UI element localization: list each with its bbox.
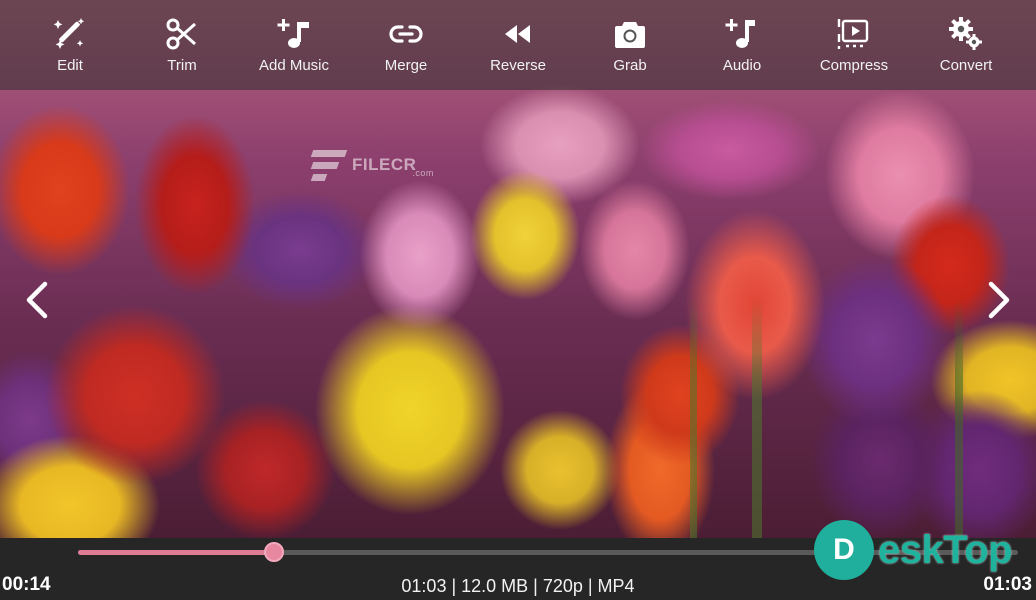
watermark-text: FILECR: [352, 155, 417, 174]
chevron-right-icon: [988, 281, 1010, 319]
brand-text: eskTop: [878, 527, 1013, 572]
seek-thumb[interactable]: [264, 542, 285, 562]
seek-bar-progress: [78, 550, 275, 555]
add-music-icon: [275, 15, 313, 53]
grab-button[interactable]: Grab: [580, 0, 680, 90]
edit-label: Edit: [57, 57, 83, 74]
rewind-icon: [499, 15, 537, 53]
watermark-suffix: .com: [412, 168, 434, 178]
link-icon: [387, 15, 425, 53]
convert-label: Convert: [939, 57, 993, 74]
audio-label: Audio: [722, 57, 762, 74]
desktop-brand-logo: D eskTop: [814, 520, 1013, 580]
chevron-left-icon: [26, 281, 48, 319]
magic-wand-icon: [51, 15, 89, 53]
trim-button[interactable]: Trim: [132, 0, 232, 90]
previous-arrow-button[interactable]: [18, 278, 58, 322]
top-toolbar: Edit Trim Add Music Merge Reverse Grab A…: [0, 0, 1036, 90]
add-music-label: Add Music: [258, 57, 330, 74]
edit-button[interactable]: Edit: [20, 0, 120, 90]
reverse-button[interactable]: Reverse: [468, 0, 568, 90]
add-music-button[interactable]: Add Music: [244, 0, 344, 90]
next-arrow-button[interactable]: [978, 278, 1018, 322]
grab-label: Grab: [613, 57, 647, 74]
compress-label: Compress: [819, 57, 889, 74]
filecr-logo-icon: [310, 148, 348, 182]
scissors-icon: [163, 15, 201, 53]
convert-button[interactable]: Convert: [916, 0, 1016, 90]
camera-icon: [611, 15, 649, 53]
audio-button[interactable]: Audio: [692, 0, 792, 90]
trim-label: Trim: [167, 57, 197, 74]
merge-label: Merge: [384, 57, 428, 74]
compress-icon: [835, 15, 873, 53]
reverse-label: Reverse: [490, 57, 546, 74]
merge-button[interactable]: Merge: [356, 0, 456, 90]
compress-button[interactable]: Compress: [804, 0, 904, 90]
filecr-watermark: FILECR .com: [310, 148, 442, 182]
audio-note-icon: [723, 15, 761, 53]
brand-letter: D: [833, 533, 855, 566]
brand-circle-icon: D: [814, 520, 874, 580]
gears-icon: [947, 15, 985, 53]
